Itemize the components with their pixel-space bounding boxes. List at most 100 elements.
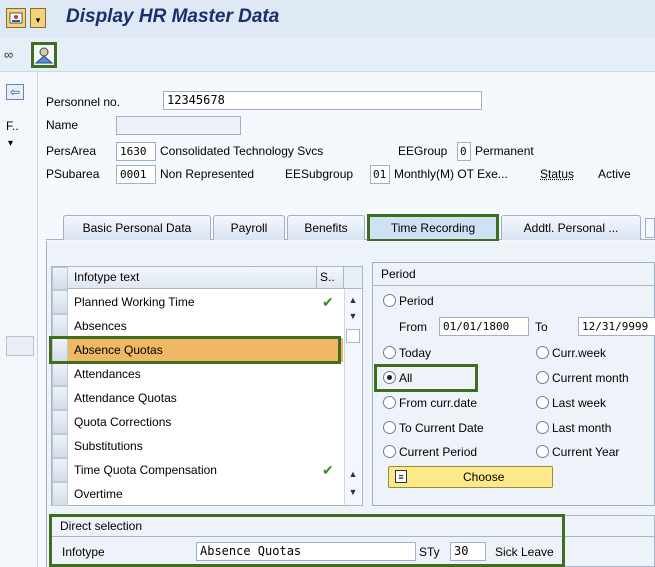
table-row[interactable]: Attendances — [52, 362, 343, 386]
psubarea-code-field[interactable]: 0001 — [116, 165, 156, 184]
dropdown-arrow-icon[interactable]: ▾ — [30, 8, 46, 28]
radio-last-month[interactable]: Last month — [536, 421, 611, 435]
eegroup-text: Permanent — [475, 144, 534, 158]
from-date-field[interactable]: 01/01/1800 — [439, 317, 529, 336]
glasses-icon[interactable]: ∞ — [4, 47, 26, 63]
scroll-up-icon-lower[interactable]: ▲ — [346, 467, 360, 481]
status-label: Status — [540, 167, 575, 181]
radio-last-week-icon — [536, 396, 549, 409]
row-selector[interactable] — [52, 386, 68, 410]
radio-current-period-label: Current Period — [399, 445, 478, 459]
tab-addtl-personal[interactable]: Addtl. Personal ... — [501, 215, 641, 240]
row-selector[interactable] — [52, 458, 68, 482]
radio-from-curr-date[interactable]: From curr.date — [383, 396, 477, 410]
time-recording-highlight — [367, 214, 499, 242]
table-row[interactable]: Overtime — [52, 482, 343, 506]
radio-last-week[interactable]: Last week — [536, 396, 606, 410]
table-row[interactable]: Time Quota Compensation ✔ — [52, 458, 343, 482]
radio-to-current-date[interactable]: To Current Date — [383, 421, 484, 435]
application-toolbar: ∞ — [0, 38, 655, 72]
eegroup-code-field[interactable]: 0 — [457, 142, 471, 161]
table-row[interactable]: Absences — [52, 314, 343, 338]
radio-period-label: Period — [399, 294, 434, 308]
infotype-text-cell: Substitutions — [74, 439, 143, 453]
row-selector[interactable] — [52, 410, 68, 434]
radio-current-year-icon — [536, 445, 549, 458]
choose-button[interactable]: ≡ Choose — [388, 466, 553, 488]
left-navigation-strip: ⇦ F.. ▾ — [0, 72, 38, 567]
scroll-thumb[interactable] — [346, 329, 360, 343]
row-selector[interactable] — [52, 434, 68, 458]
radio-today-icon — [383, 346, 396, 359]
expand-arrow-icon[interactable]: ▾ — [8, 138, 13, 149]
choose-label: Choose — [463, 470, 505, 484]
f-label[interactable]: F.. — [6, 119, 19, 133]
radio-current-month[interactable]: Current month — [536, 371, 629, 385]
tab-basic-personal-data[interactable]: Basic Personal Data — [63, 215, 211, 240]
persarea-code-field[interactable]: 1630 — [116, 142, 156, 161]
table-row[interactable]: Attendance Quotas — [52, 386, 343, 410]
title-bar: ▾ Display HR Master Data — [0, 0, 655, 38]
vertical-scrollbar[interactable]: ▲ ▼ ▲ ▼ — [344, 289, 361, 505]
scroll-down-icon-lower[interactable]: ▼ — [346, 485, 360, 499]
to-label: To — [535, 320, 548, 334]
radio-today-label: Today — [399, 346, 432, 360]
splitter-handle[interactable] — [6, 336, 34, 356]
table-row[interactable]: Quota Corrections — [52, 410, 343, 434]
status-value: Active — [598, 167, 631, 181]
checkmark-icon: ✔ — [322, 462, 334, 478]
radio-current-period[interactable]: Current Period — [383, 445, 477, 459]
eesubgroup-code-field[interactable]: 01 — [370, 165, 390, 184]
window-title: Display HR Master Data — [66, 6, 280, 27]
radio-current-month-icon — [536, 371, 549, 384]
table-row[interactable]: Planned Working Time ✔ — [52, 290, 343, 314]
eesubgroup-text: Monthly(M) OT Exe... — [394, 167, 508, 181]
select-all-button[interactable] — [52, 267, 68, 290]
eesubgroup-label: EESubgroup — [285, 167, 354, 181]
radio-today[interactable]: Today — [383, 346, 431, 360]
radio-current-year-label: Current Year — [552, 445, 620, 459]
radio-to-current-date-label: To Current Date — [399, 421, 484, 435]
system-menu-icon[interactable] — [6, 8, 26, 28]
radio-current-year[interactable]: Current Year — [536, 445, 619, 459]
col-divider — [316, 267, 317, 289]
radio-curr-week[interactable]: Curr.week — [536, 346, 606, 360]
absence-quotas-highlight — [49, 336, 341, 364]
radio-to-current-date-icon — [383, 421, 396, 434]
table-row[interactable]: Substitutions — [52, 434, 343, 458]
infotype-table: Infotype text S.. Planned Working Time ✔ A… — [51, 266, 363, 506]
personnel-no-field[interactable]: 12345678 — [163, 91, 482, 110]
infotype-text-cell: Attendances — [74, 367, 141, 381]
back-arrow-icon[interactable]: ⇦ — [6, 84, 24, 100]
row-selector[interactable] — [52, 362, 68, 386]
tab-scroll-button[interactable] — [645, 218, 655, 238]
persarea-label: PersArea — [46, 144, 97, 158]
col-header-infotype-text[interactable]: Infotype text — [74, 270, 139, 284]
psubarea-text: Non Represented — [160, 167, 255, 181]
radio-period-icon — [383, 294, 396, 307]
persarea-text: Consolidated Technology Svcs — [160, 144, 324, 158]
infotype-text-cell: Attendance Quotas — [74, 391, 177, 405]
to-date-field[interactable]: 12/31/9999 — [578, 317, 655, 336]
radio-from-curr-date-label: From curr.date — [399, 396, 478, 410]
person-overview-icon[interactable] — [31, 42, 57, 68]
name-label: Name — [46, 118, 79, 132]
eegroup-label: EEGroup — [398, 144, 448, 158]
scroll-down-icon[interactable]: ▼ — [346, 309, 360, 323]
radio-current-period-icon — [383, 445, 396, 458]
period-title-rule — [373, 285, 655, 286]
radio-last-month-icon — [536, 421, 549, 434]
radio-period[interactable]: Period — [383, 294, 434, 308]
row-selector[interactable] — [52, 482, 68, 506]
name-field[interactable] — [116, 116, 241, 135]
col-header-s[interactable]: S.. — [320, 270, 335, 284]
col-settings-button[interactable] — [343, 267, 362, 288]
row-selector[interactable] — [52, 290, 68, 314]
tab-payroll[interactable]: Payroll — [213, 215, 285, 240]
choose-icon: ≡ — [395, 470, 407, 483]
infotype-text-cell: Time Quota Compensation — [74, 463, 217, 477]
tab-benefits[interactable]: Benefits — [287, 215, 365, 240]
row-selector[interactable] — [52, 314, 68, 338]
radio-last-week-label: Last week — [552, 396, 607, 410]
scroll-up-icon[interactable]: ▲ — [346, 293, 360, 307]
